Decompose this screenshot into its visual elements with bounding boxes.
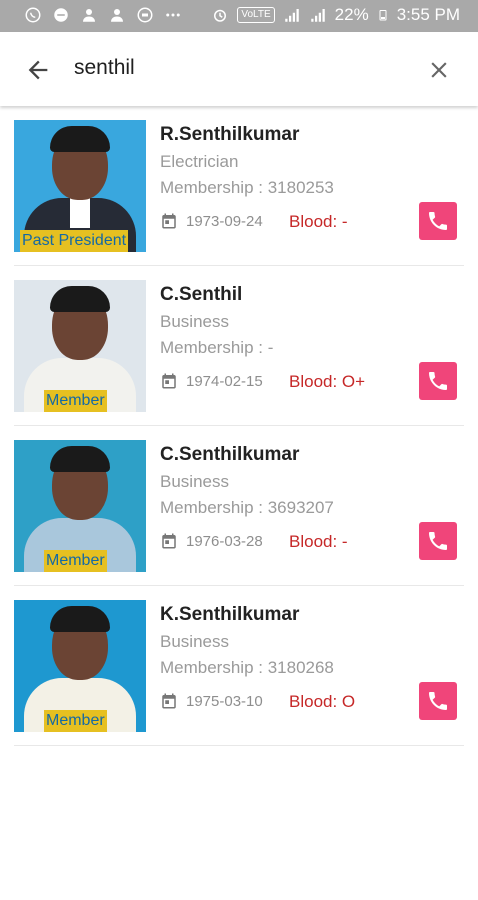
member-name: C.Senthilkumar bbox=[160, 444, 300, 465]
messenger-icon bbox=[54, 8, 68, 22]
battery-percent: 22% bbox=[334, 5, 369, 24]
photo-hair bbox=[50, 606, 110, 632]
member-name: C.Senthil bbox=[160, 284, 243, 305]
membership-number: Membership : - bbox=[160, 338, 274, 357]
role-badge: Member bbox=[44, 710, 107, 732]
date-of-birth: 1974-02-15 bbox=[186, 373, 263, 390]
role-badge: Member bbox=[44, 390, 107, 412]
vpn-icon bbox=[137, 7, 153, 23]
role-badge: Past President bbox=[20, 230, 129, 252]
role-badge: Member bbox=[44, 550, 107, 572]
blood-group: Blood: - bbox=[289, 212, 348, 231]
close-icon[interactable] bbox=[426, 57, 452, 83]
alarm-icon bbox=[214, 9, 227, 22]
date-of-birth: 1976-03-28 bbox=[186, 533, 263, 550]
blood-group: Blood: - bbox=[289, 532, 348, 551]
calendar-icon bbox=[162, 373, 176, 389]
photo-hair bbox=[50, 446, 110, 472]
member-photo: Member bbox=[14, 440, 146, 572]
calendar-icon bbox=[162, 533, 176, 549]
list-item[interactable]: Member K.Senthilkumar Business Membershi… bbox=[0, 586, 478, 746]
calendar-icon bbox=[162, 213, 176, 229]
blood-group: Blood: O bbox=[289, 692, 356, 711]
call-button[interactable] bbox=[419, 522, 457, 560]
search-header: senthil bbox=[0, 32, 478, 106]
calendar-icon bbox=[162, 693, 176, 709]
member-profession: Electrician bbox=[160, 152, 239, 171]
member-profession: Business bbox=[160, 632, 229, 651]
call-button[interactable] bbox=[419, 682, 457, 720]
search-input[interactable]: senthil bbox=[74, 56, 135, 80]
list-item[interactable]: Member C.Senthilkumar Business Membershi… bbox=[0, 426, 478, 586]
member-list: Past President R.Senthilkumar Electricia… bbox=[0, 106, 478, 746]
phone-icon bbox=[429, 532, 447, 550]
back-arrow-icon[interactable] bbox=[24, 56, 52, 84]
call-button[interactable] bbox=[419, 202, 457, 240]
member-name: R.Senthilkumar bbox=[160, 124, 300, 145]
list-item[interactable]: Member C.Senthil Business Membership : -… bbox=[0, 266, 478, 426]
phone-icon bbox=[429, 212, 447, 230]
photo-hair bbox=[50, 286, 110, 312]
list-item[interactable]: Past President R.Senthilkumar Electricia… bbox=[0, 106, 478, 266]
member-name: K.Senthilkumar bbox=[160, 604, 300, 625]
battery-icon bbox=[379, 10, 387, 21]
photo-collar bbox=[70, 198, 90, 228]
person-icon bbox=[111, 9, 123, 22]
volte-badge: VoLTE bbox=[237, 7, 275, 23]
status-bar: VoLTE 22% 3:55 PM bbox=[0, 0, 478, 32]
notification-icons bbox=[24, 6, 182, 24]
call-button[interactable] bbox=[419, 362, 457, 400]
blood-group: Blood: O+ bbox=[289, 372, 366, 391]
member-profession: Business bbox=[160, 472, 229, 491]
person-icon bbox=[83, 9, 95, 22]
member-photo: Member bbox=[14, 280, 146, 412]
whatsapp-icon bbox=[25, 7, 41, 23]
signal-icon bbox=[310, 9, 325, 22]
date-of-birth: 1973-09-24 bbox=[186, 213, 263, 230]
clock: 3:55 PM bbox=[396, 5, 460, 24]
membership-number: Membership : 3180253 bbox=[160, 178, 334, 197]
member-photo: Past President bbox=[14, 120, 146, 252]
date-of-birth: 1975-03-10 bbox=[186, 693, 263, 710]
member-profession: Business bbox=[160, 312, 229, 331]
photo-hair bbox=[50, 126, 110, 152]
phone-icon bbox=[429, 692, 447, 710]
member-photo: Member bbox=[14, 600, 146, 732]
phone-icon bbox=[429, 372, 447, 390]
system-icons: VoLTE 22% 3:55 PM bbox=[211, 5, 460, 25]
divider bbox=[14, 745, 464, 746]
membership-number: Membership : 3180268 bbox=[160, 658, 334, 677]
signal-icon bbox=[284, 9, 299, 22]
more-dots-icon bbox=[166, 13, 180, 17]
membership-number: Membership : 3693207 bbox=[160, 498, 334, 517]
